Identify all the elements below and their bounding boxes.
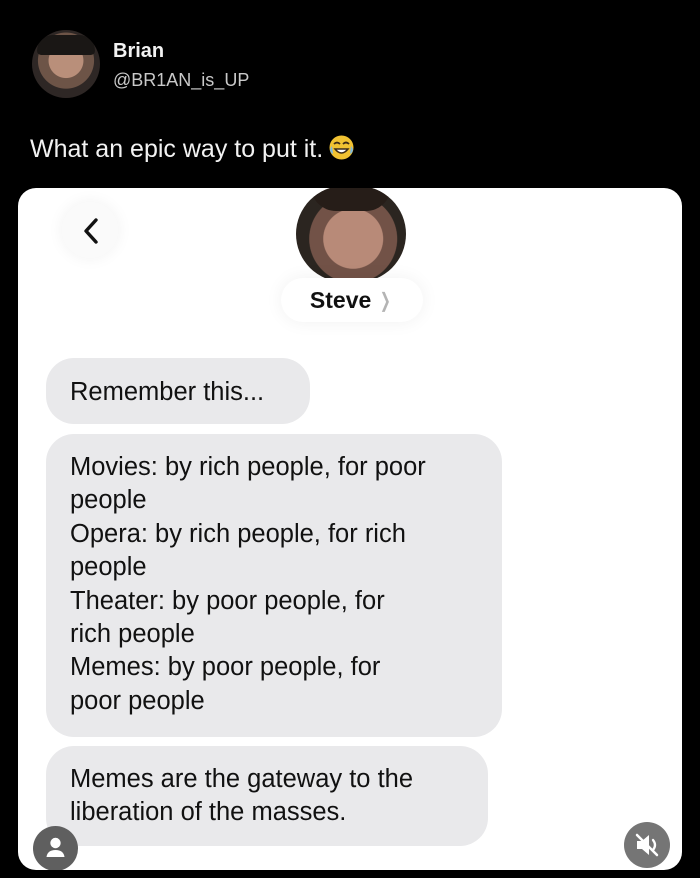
tweet-text: What an epic way to put it. [30,134,355,164]
speaker-muted-icon [635,833,659,857]
message-line: people [70,486,147,515]
message-line: Memes: by poor people, for [70,653,381,682]
message-line: Memes are the gateway to the [70,765,414,793]
author-meta: Brian @BR1AN_is_UP [113,40,249,89]
message-line: Movies: by rich people, for poor [70,453,426,481]
author-handle[interactable]: @BR1AN_is_UP [113,71,249,89]
tears-of-joy-emoji-icon [328,134,355,161]
contact-name: Steve [309,286,372,313]
chevron-left-icon [84,218,98,244]
message-line: Remember this... [70,378,265,406]
message-line: liberation of the masses. [70,798,347,827]
message-line: rich people [70,619,195,648]
back-button[interactable] [62,202,118,258]
chevron-right-icon: ❯ [380,289,392,312]
tweet-author-header: Brian @BR1AN_is_UP [32,30,249,98]
message-bubble[interactable]: Memes are the gateway to the liberation … [46,746,488,846]
message-line: Opera: by rich people, for rich [70,519,406,548]
message-line: people [70,553,147,582]
mute-button[interactable] [624,822,670,868]
message-line: Theater: by poor people, for [70,586,385,615]
message-bubble[interactable]: Remember this... [46,358,310,424]
message-line: poor people [70,686,205,715]
tweet-screenshot: Brian @BR1AN_is_UP What an epic way to p… [0,0,700,878]
person-button[interactable] [33,826,78,870]
author-name[interactable]: Brian [113,41,249,61]
contact-name-button[interactable]: Steve ❯ [281,278,423,322]
person-icon [46,837,65,857]
tweet-text-content: What an epic way to put it. [30,135,324,163]
message-bubble[interactable]: Movies: by rich people, for poor people … [46,434,502,737]
author-avatar[interactable] [32,30,100,98]
contact-avatar[interactable] [296,188,406,282]
message-screenshot-card: Steve ❯ Remember this... Movies: by rich… [18,188,682,870]
